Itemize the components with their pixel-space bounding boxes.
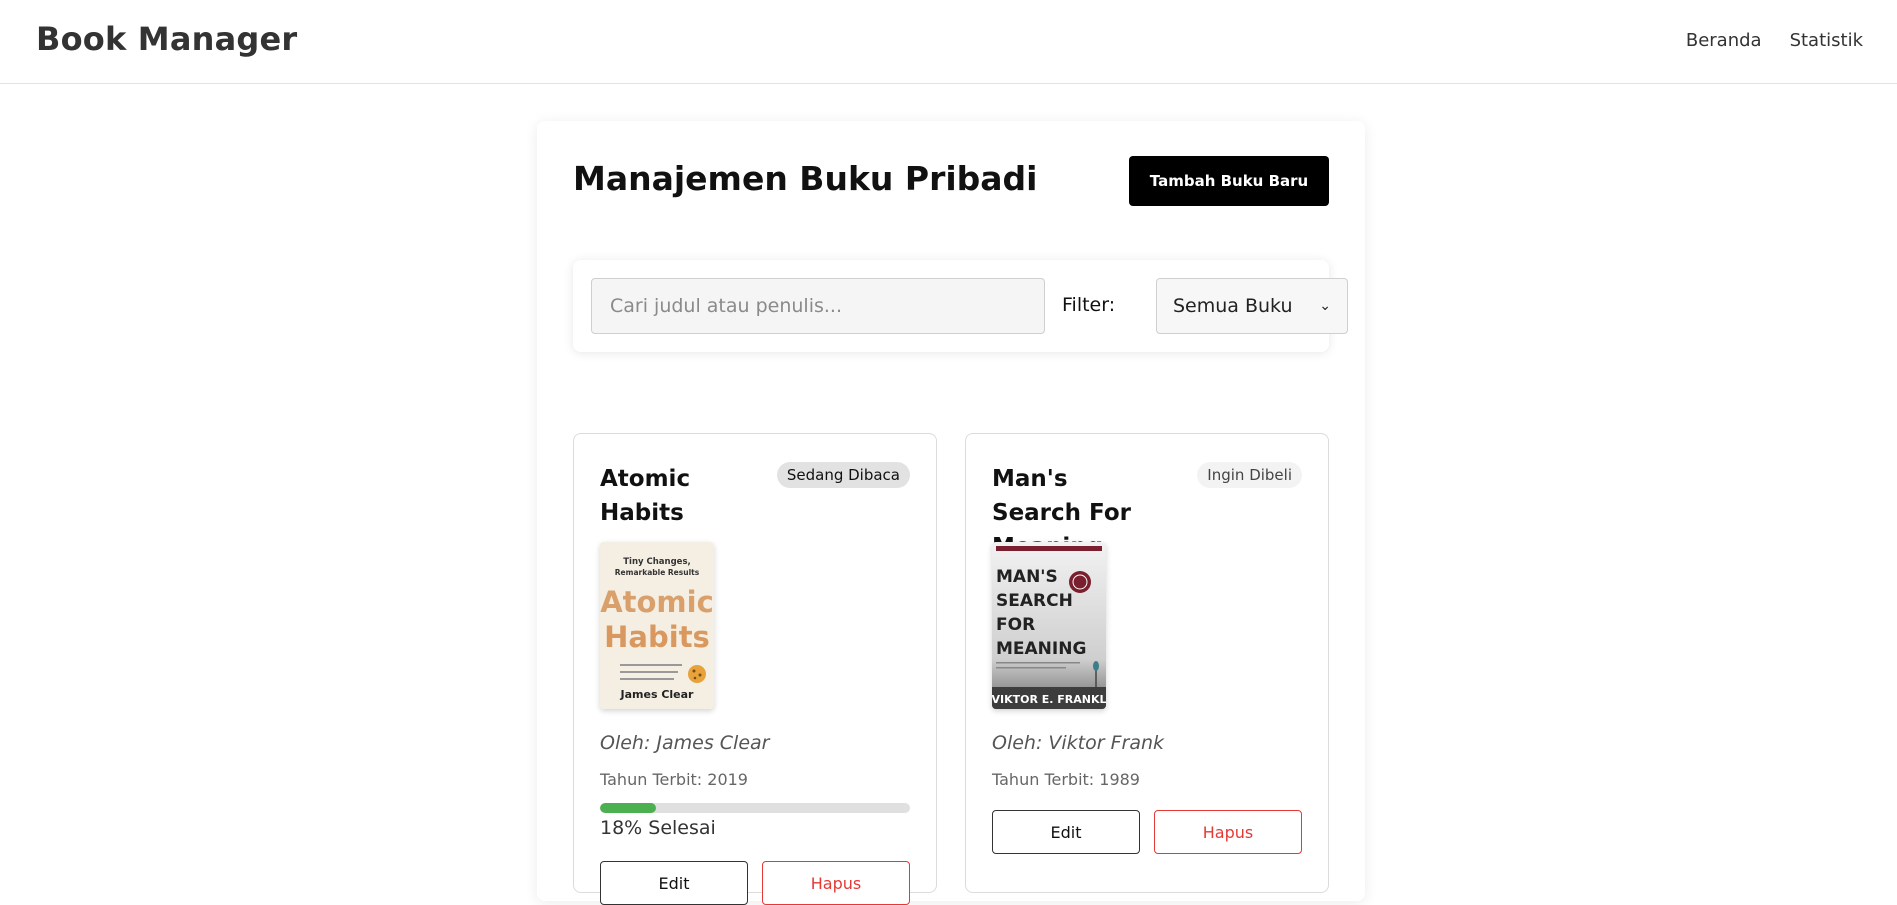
reading-progress-fill bbox=[600, 803, 656, 813]
cover-line-2: SEARCH bbox=[996, 591, 1073, 611]
filter-selected-value: Semua Buku bbox=[1173, 295, 1293, 317]
reading-progress-bar bbox=[600, 803, 910, 813]
page-title: Manajemen Buku Pribadi bbox=[573, 159, 1038, 198]
book-card: Man's Search For Meaning Ingin Dibeli MA… bbox=[965, 433, 1329, 893]
book-manager-panel: Manajemen Buku Pribadi Tambah Buku Baru … bbox=[537, 121, 1365, 905]
top-navbar: Book Manager Beranda Statistik bbox=[0, 0, 1897, 84]
nav-link-beranda[interactable]: Beranda bbox=[1686, 30, 1762, 51]
book-card: Atomic Habits Sedang Dibaca Tiny Changes… bbox=[573, 433, 937, 905]
cover-tagline-2: Remarkable Results bbox=[615, 568, 700, 577]
cover-tagline-1: Tiny Changes, bbox=[623, 557, 690, 567]
filter-select[interactable]: Semua Buku ⌄ bbox=[1156, 278, 1348, 334]
brand-logo[interactable]: Book Manager bbox=[36, 20, 297, 58]
cover-author: James Clear bbox=[620, 688, 695, 701]
add-book-button[interactable]: Tambah Buku Baru bbox=[1129, 156, 1329, 206]
cover-line-4: MEANING bbox=[996, 639, 1086, 659]
book-cover-image: Tiny Changes, Remarkable Results Atomic … bbox=[600, 542, 714, 709]
cover-word-1: Atomic bbox=[600, 585, 714, 619]
chevron-down-icon: ⌄ bbox=[1319, 298, 1331, 314]
delete-button[interactable]: Hapus bbox=[1154, 810, 1302, 854]
status-badge: Sedang Dibaca bbox=[776, 462, 910, 488]
cover-author: VIKTOR E. FRANKL bbox=[992, 693, 1106, 706]
status-badge: Ingin Dibeli bbox=[1197, 462, 1302, 488]
edit-button[interactable]: Edit bbox=[600, 861, 748, 905]
search-filter-bar: Filter: Semua Buku ⌄ bbox=[573, 260, 1348, 352]
cover-line-1: MAN'S bbox=[996, 567, 1058, 587]
edit-button[interactable]: Edit bbox=[992, 810, 1140, 854]
book-title: Atomic Habits bbox=[600, 466, 691, 526]
main-nav: Beranda Statistik bbox=[1686, 30, 1863, 51]
cover-word-2: Habits bbox=[604, 620, 710, 654]
book-author: Oleh: Viktor Frank bbox=[992, 732, 1165, 754]
book-year: Tahun Terbit: 2019 bbox=[600, 770, 748, 789]
cover-line-3: FOR bbox=[996, 615, 1035, 635]
book-author: Oleh: James Clear bbox=[600, 732, 770, 754]
search-input[interactable] bbox=[591, 278, 1045, 334]
book-year: Tahun Terbit: 1989 bbox=[992, 770, 1140, 789]
progress-label: 18% Selesai bbox=[600, 817, 716, 839]
delete-button[interactable]: Hapus bbox=[762, 861, 910, 905]
filter-label: Filter: bbox=[1062, 294, 1116, 316]
book-cover-image: MAN'S SEARCH FOR MEANING VIKTOR E. FRANK… bbox=[992, 542, 1106, 709]
nav-link-statistik[interactable]: Statistik bbox=[1790, 30, 1863, 51]
